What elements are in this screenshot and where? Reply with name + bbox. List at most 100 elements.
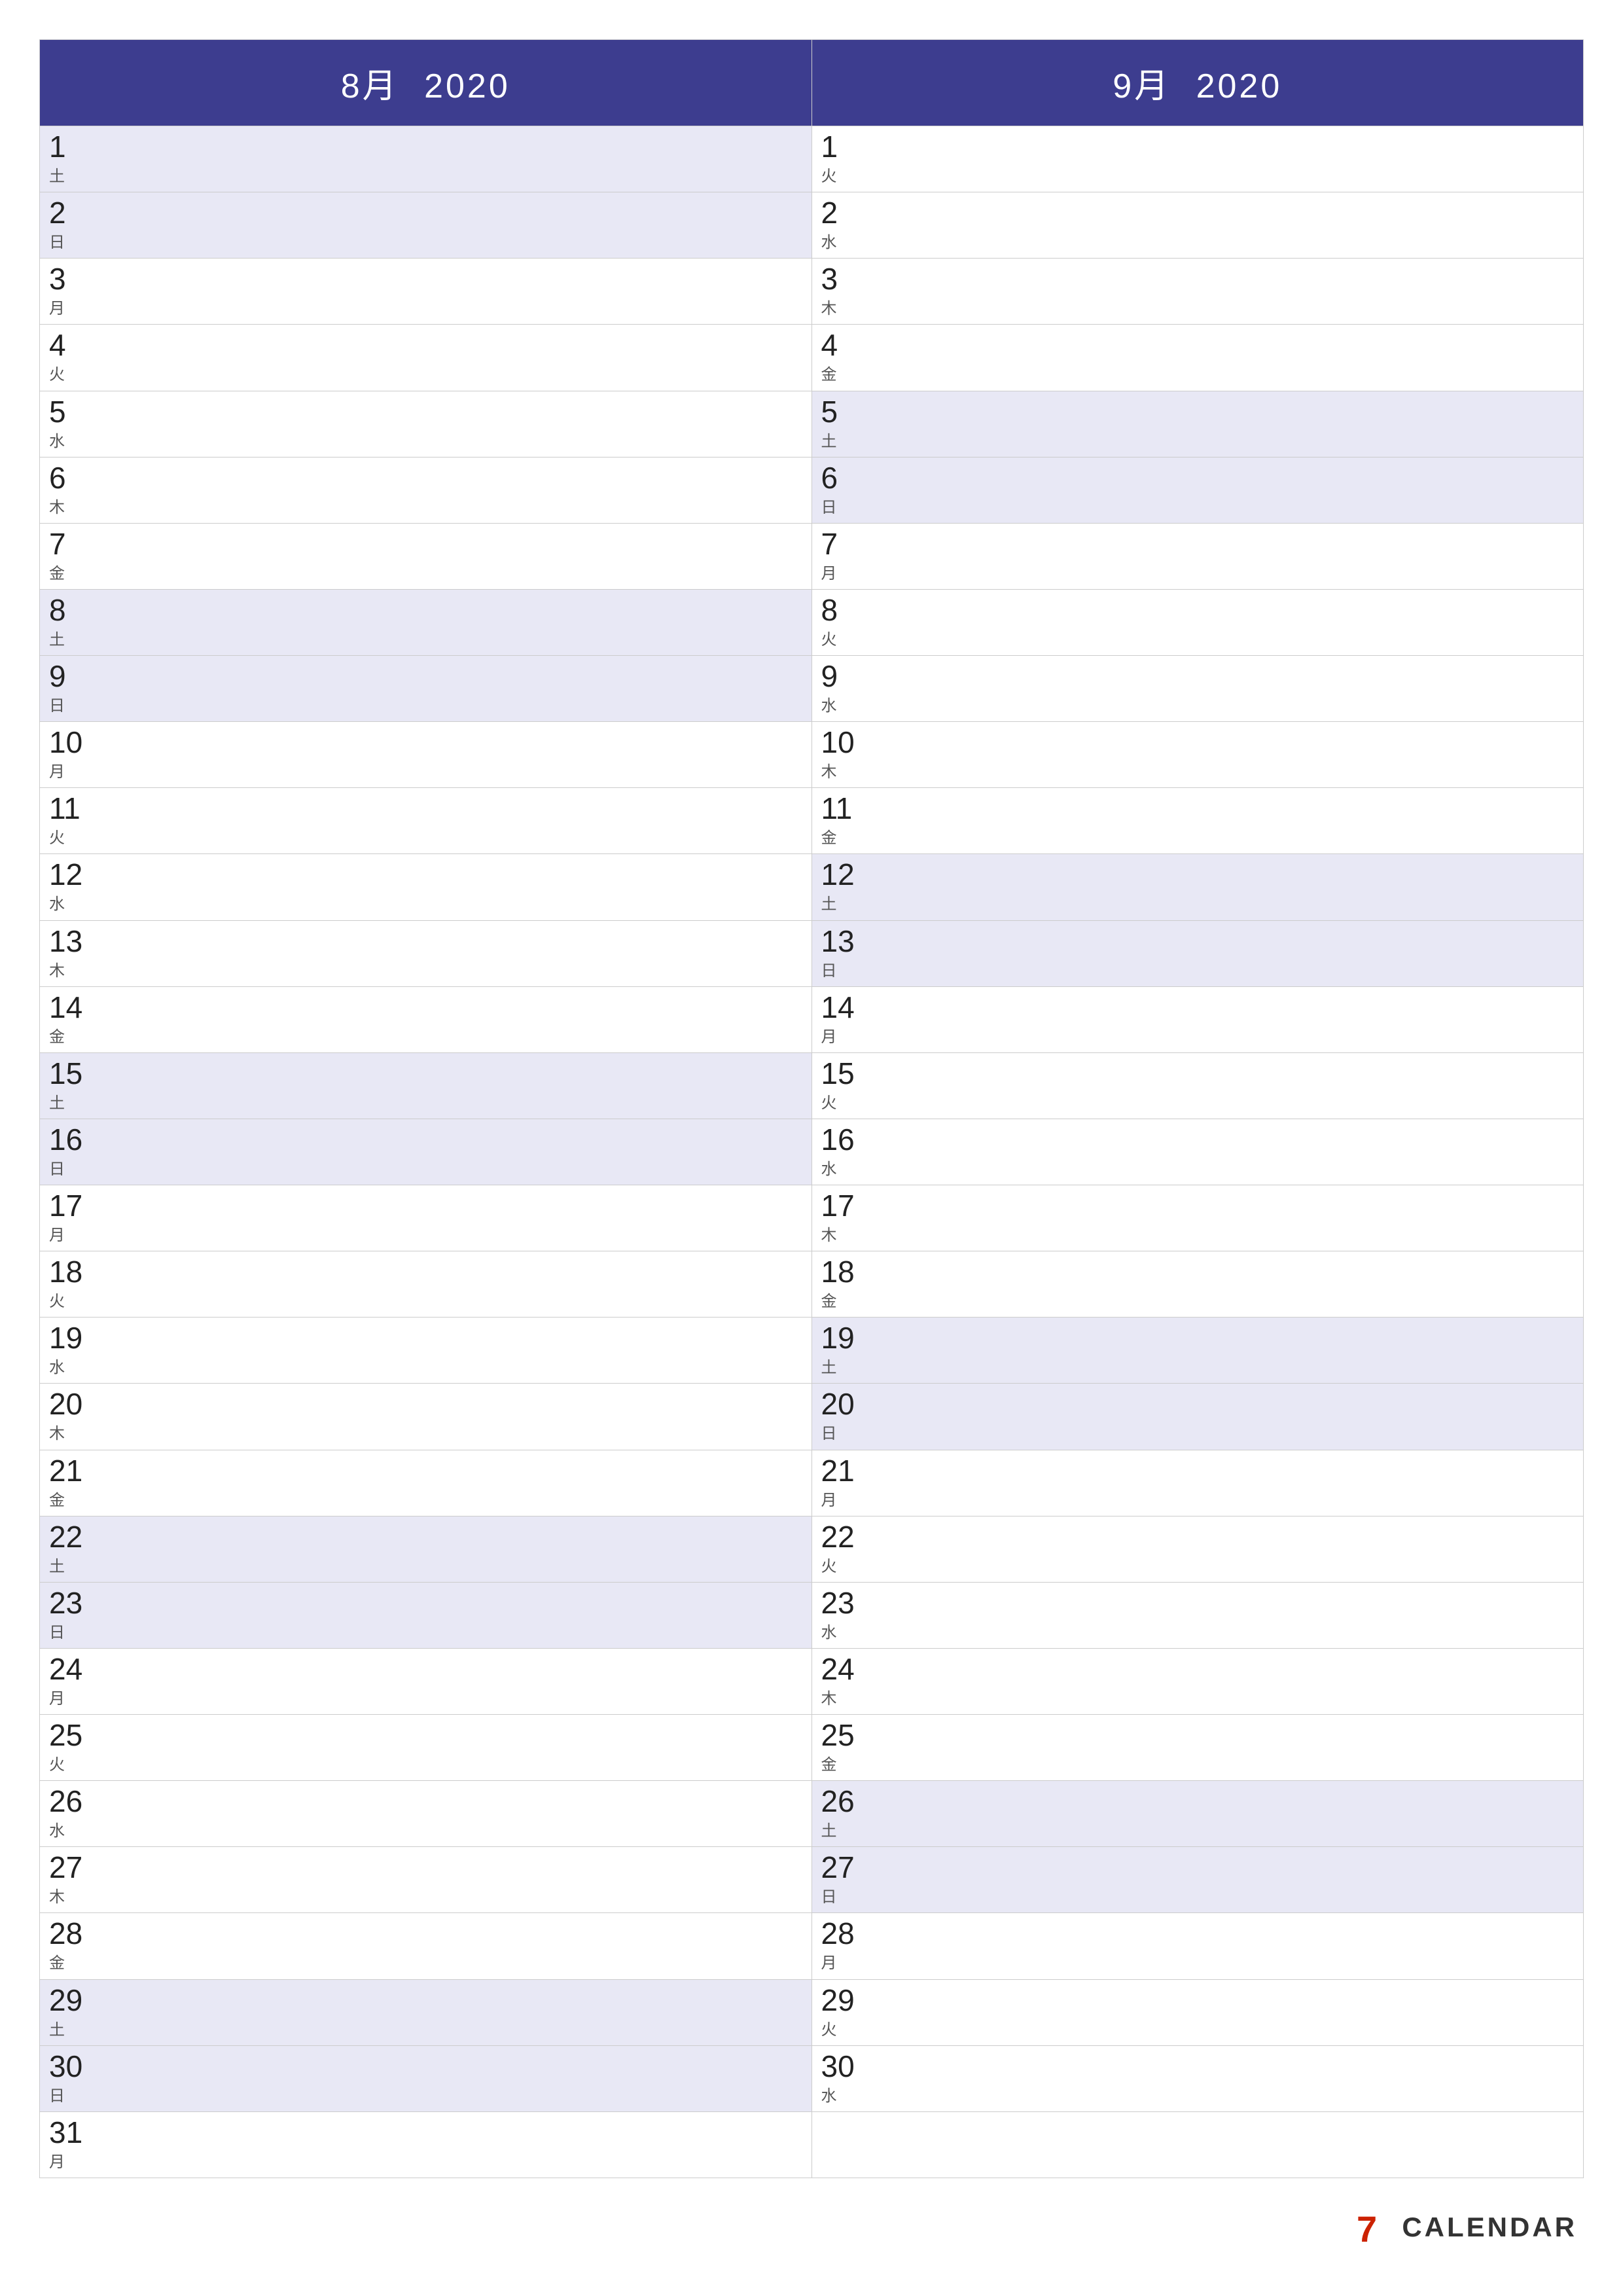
day-content (884, 788, 1584, 853)
september-label: 9月 (1113, 67, 1171, 105)
day-number: 8 (821, 595, 838, 625)
day-content (112, 524, 812, 589)
day-number: 4 (821, 330, 838, 360)
footer: 7 CALENDAR (39, 2178, 1584, 2257)
day-weekday: 土 (49, 163, 65, 186)
september-day-row: 3 木 (812, 259, 1584, 325)
day-weekday: 月 (49, 2149, 65, 2172)
day-weekday: 火 (49, 1288, 65, 1311)
day-number-col: 28 月 (812, 1913, 884, 1979)
day-number-col: 8 火 (812, 590, 884, 655)
day-number: 13 (49, 926, 82, 956)
day-content (112, 987, 812, 1052)
day-number-col: 29 土 (40, 1980, 112, 2045)
day-number-col: 17 月 (40, 1185, 112, 1251)
day-content (884, 391, 1584, 457)
filler-row (812, 2112, 1584, 2178)
day-weekday: 木 (821, 1222, 837, 1245)
day-weekday: 土 (821, 1354, 837, 1377)
day-number-col: 1 土 (40, 126, 112, 192)
day-number: 9 (49, 661, 66, 691)
day-number: 26 (821, 1786, 855, 1816)
day-number-col: 15 土 (40, 1053, 112, 1119)
day-number-col: 8 土 (40, 590, 112, 655)
day-number: 23 (49, 1588, 82, 1618)
august-day-row: 9 日 (40, 656, 812, 722)
calendar-grid: 8 月 2020 1 土 2 日 3 月 4 (39, 39, 1584, 2178)
day-weekday: 月 (49, 1222, 65, 1245)
day-number-col: 3 月 (40, 259, 112, 324)
day-content (112, 2046, 812, 2111)
day-content (112, 192, 812, 258)
day-content (112, 391, 812, 457)
day-weekday: 火 (821, 2017, 837, 2039)
august-day-row: 22 土 (40, 1516, 812, 1583)
september-day-row: 22 火 (812, 1516, 1584, 1583)
day-weekday: 月 (49, 1685, 65, 1708)
day-number-col: 15 火 (812, 1053, 884, 1119)
day-content (884, 1119, 1584, 1185)
august-day-row: 27 木 (40, 1847, 812, 1913)
august-day-row: 26 水 (40, 1781, 812, 1847)
day-number: 3 (49, 264, 66, 294)
day-content (112, 2112, 812, 2178)
day-content (884, 590, 1584, 655)
day-number-col: 27 木 (40, 1847, 112, 1912)
day-number-col: 2 水 (812, 192, 884, 258)
september-day-row: 27 日 (812, 1847, 1584, 1913)
day-number: 27 (49, 1852, 82, 1882)
september-day-row: 7 月 (812, 524, 1584, 590)
day-number-col: 9 水 (812, 656, 884, 721)
day-number: 6 (49, 463, 66, 493)
calendar-brand-icon: 7 (1353, 2208, 1393, 2247)
august-day-row: 18 火 (40, 1251, 812, 1318)
day-weekday: 日 (49, 2083, 65, 2106)
day-number: 19 (49, 1323, 82, 1353)
august-day-row: 8 土 (40, 590, 812, 656)
day-number-col: 22 火 (812, 1516, 884, 1582)
day-content (884, 2046, 1584, 2111)
day-number: 8 (49, 595, 66, 625)
day-content (884, 1516, 1584, 1582)
day-number: 14 (821, 992, 855, 1022)
day-number: 3 (821, 264, 838, 294)
day-number-col: 24 月 (40, 1649, 112, 1714)
august-day-row: 2 日 (40, 192, 812, 259)
day-number-col: 30 日 (40, 2046, 112, 2111)
september-day-row: 19 土 (812, 1318, 1584, 1384)
day-number: 11 (49, 793, 80, 823)
day-content (884, 656, 1584, 721)
day-weekday: 木 (49, 958, 65, 980)
day-number-col: 18 火 (40, 1251, 112, 1317)
day-content (112, 921, 812, 986)
day-weekday: 金 (49, 1024, 65, 1047)
day-content (112, 1053, 812, 1119)
day-number: 20 (49, 1389, 82, 1419)
day-weekday: 土 (821, 891, 837, 914)
august-day-row: 30 日 (40, 2046, 812, 2112)
day-number-col: 24 木 (812, 1649, 884, 1714)
day-number-col: 10 月 (40, 722, 112, 787)
day-number-col: 18 金 (812, 1251, 884, 1317)
day-number: 15 (821, 1058, 855, 1088)
september-day-row: 16 水 (812, 1119, 1584, 1185)
day-weekday: 水 (821, 2083, 837, 2106)
brand-text: CALENDAR (1402, 2212, 1577, 2243)
day-weekday: 土 (49, 626, 65, 649)
day-number: 4 (49, 330, 66, 360)
day-weekday: 火 (821, 1090, 837, 1113)
day-content (884, 1251, 1584, 1317)
day-number: 27 (821, 1852, 855, 1882)
day-content (884, 1847, 1584, 1912)
day-weekday: 木 (49, 1884, 65, 1907)
day-weekday: 金 (821, 825, 837, 848)
day-number-col: 21 月 (812, 1450, 884, 1516)
september-day-row: 24 木 (812, 1649, 1584, 1715)
day-content (112, 1913, 812, 1979)
september-day-row: 4 金 (812, 325, 1584, 391)
day-number-col: 6 日 (812, 457, 884, 523)
september-day-row: 23 水 (812, 1583, 1584, 1649)
day-number-col: 1 火 (812, 126, 884, 192)
august-year: 2020 (424, 67, 510, 105)
day-content (112, 1980, 812, 2045)
